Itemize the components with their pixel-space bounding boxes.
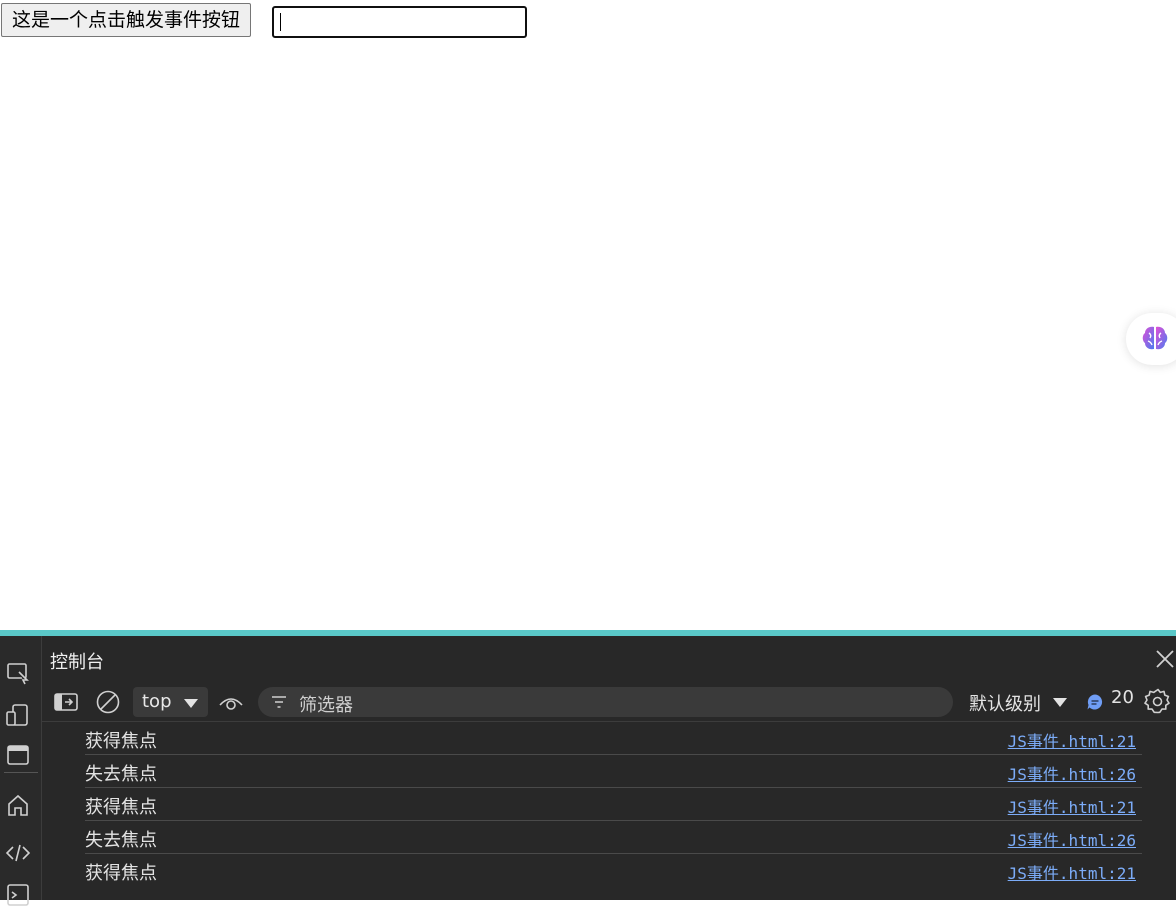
panel-title[interactable]: 控制台 [50,648,104,674]
log-source-link[interactable]: JS事件.html:26 [1008,761,1136,785]
console-log-row: 失去焦点 JS事件.html:26 [85,755,1142,788]
log-level-selector[interactable]: 默认级别 [969,690,1041,716]
console-log-area: 获得焦点 JS事件.html:21 失去焦点 JS事件.html:26 获得焦点… [42,722,1176,900]
log-source-link[interactable]: JS事件.html:21 [1008,860,1136,884]
log-message: 获得焦点 [85,797,157,818]
device-emulation-icon[interactable] [5,702,31,728]
filter-icon [272,696,286,708]
log-source-link[interactable]: JS事件.html:26 [1008,827,1136,851]
text-input[interactable] [272,6,527,38]
gear-icon[interactable] [1144,687,1172,715]
live-expression-eye-icon[interactable] [218,689,244,715]
console-log-row: 获得焦点 JS事件.html:21 [85,788,1142,821]
log-source-link[interactable]: JS事件.html:21 [1008,728,1136,752]
console-panel-icon[interactable] [5,882,31,908]
close-icon[interactable] [1154,648,1176,670]
log-message: 获得焦点 [85,863,157,884]
context-label: top [142,691,172,712]
log-message: 获得焦点 [85,731,157,752]
inspect-element-icon[interactable] [5,660,31,686]
devtools-header: 控制台 [42,636,1176,682]
log-message: 失去焦点 [85,830,157,851]
log-source-link[interactable]: JS事件.html:21 [1008,794,1136,818]
ai-assistant-button[interactable] [1126,313,1176,365]
home-icon[interactable] [5,792,31,818]
message-bubble-icon [1087,694,1103,710]
message-count[interactable]: 20 [1111,687,1134,708]
console-toolbar: top 筛选器 默认级别 20 [42,682,1176,722]
filter-placeholder: 筛选器 [299,695,353,716]
devtools-activity-bar [0,636,42,906]
sidebar-toggle-icon[interactable] [53,689,79,715]
clear-console-icon[interactable] [95,689,121,715]
elements-code-icon[interactable] [5,840,31,866]
filter-input[interactable]: 筛选器 [258,687,953,717]
text-caret [280,13,281,31]
log-message: 失去焦点 [85,764,157,785]
console-log-row: 失去焦点 JS事件.html:26 [85,821,1142,854]
browser-window-icon[interactable] [5,742,31,768]
brain-icon [1142,326,1168,350]
activity-divider [4,772,38,773]
console-log-row: 获得焦点 JS事件.html:21 [85,854,1142,887]
context-selector[interactable]: top [133,687,208,717]
chevron-down-icon [184,699,198,708]
click-event-button[interactable]: 这是一个点击触发事件按钮 [1,3,252,37]
devtools-panel: 控制台 top 筛选器 默认级别 20 获得焦点 JS事件.html:21 失去… [0,630,1176,906]
console-log-row: 获得焦点 JS事件.html:21 [85,722,1142,755]
web-page: 这是一个点击触发事件按钮 [0,0,1176,630]
chevron-down-icon[interactable] [1052,696,1068,708]
